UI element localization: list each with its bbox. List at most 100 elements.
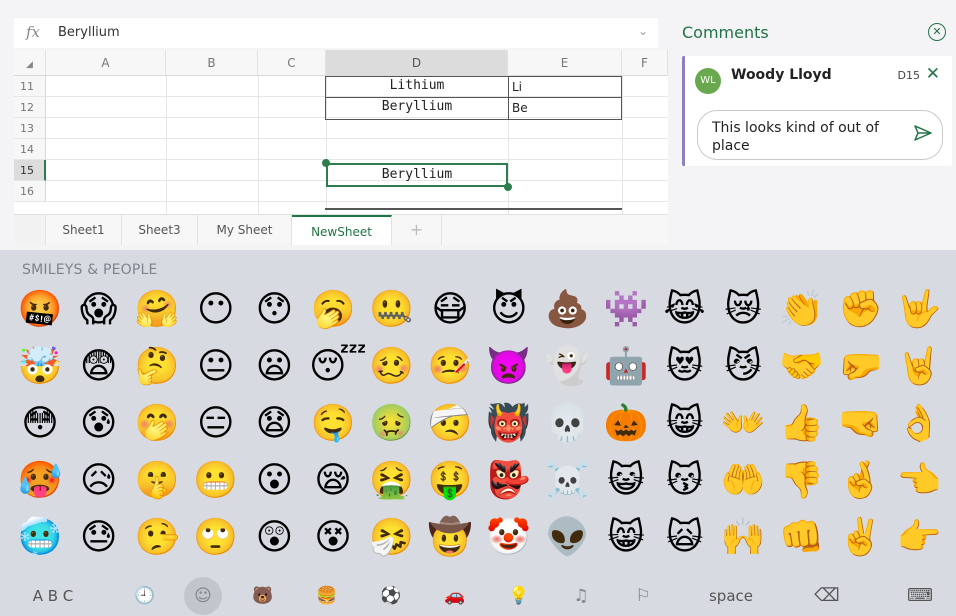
emoji-key[interactable]: 😵 — [309, 514, 357, 562]
activity-icon[interactable]: ⚽ — [372, 576, 410, 616]
emoji-key[interactable]: ✌️ — [836, 514, 884, 562]
emoji-key[interactable]: 👌 — [895, 400, 943, 448]
smiley-icon[interactable]: ☺ — [184, 577, 222, 615]
column-header-b[interactable]: B — [166, 50, 258, 76]
emoji-key[interactable]: 😸 — [602, 514, 650, 562]
row-header-13[interactable]: 13 — [14, 118, 46, 139]
comment-card[interactable]: WL Woody Lloyd D15 ✕ This looks kind of … — [682, 56, 952, 166]
emoji-key[interactable]: 🤫 — [133, 457, 181, 505]
emoji-key[interactable]: 🤡 — [485, 514, 533, 562]
emoji-key[interactable]: 😬 — [192, 457, 240, 505]
close-comments-button[interactable]: ✕ — [928, 23, 946, 41]
reply-input[interactable]: This looks kind of out of place — [697, 110, 943, 160]
travel-icon[interactable]: 🚗 — [436, 576, 474, 616]
emoji-key[interactable]: 😥 — [75, 457, 123, 505]
emoji-key[interactable]: 🤜 — [836, 400, 884, 448]
reply-text[interactable]: This looks kind of out of place — [712, 119, 902, 155]
emoji-key[interactable]: 😿 — [719, 286, 767, 334]
tab-sheet3[interactable]: Sheet3 — [122, 215, 198, 245]
emoji-key[interactable]: 🤬 — [16, 286, 64, 334]
row-header-12[interactable]: 12 — [14, 97, 46, 118]
emoji-key[interactable]: 🤟 — [895, 286, 943, 334]
emoji-key[interactable]: ☠️ — [543, 457, 591, 505]
row-header-11[interactable]: 11 — [14, 76, 46, 97]
formula-input[interactable]: Beryllium — [58, 25, 120, 40]
emoji-key[interactable]: 🤑 — [426, 457, 474, 505]
emoji-key[interactable]: 👎 — [778, 457, 826, 505]
tab-newsheet[interactable]: NewSheet — [292, 215, 392, 245]
emoji-key[interactable]: 🤗 — [133, 286, 181, 334]
column-header-a[interactable]: A — [46, 50, 166, 76]
emoji-key[interactable]: 😽 — [661, 457, 709, 505]
objects-icon[interactable]: 💡 — [500, 576, 538, 616]
emoji-key[interactable]: 👈 — [895, 457, 943, 505]
abc-key[interactable]: A B C — [18, 576, 88, 616]
emoji-key[interactable]: 😦 — [250, 343, 298, 391]
cell-d15[interactable]: Beryllium — [326, 167, 508, 182]
emoji-key[interactable]: 😯 — [250, 286, 298, 334]
row-header-14[interactable]: 14 — [14, 139, 46, 160]
recent-icon[interactable]: 🕘 — [126, 576, 164, 616]
selection-handle[interactable] — [322, 159, 330, 167]
spreadsheet-grid[interactable]: ◢ A B C D E F 11 12 13 14 15 16 Lithium … — [14, 50, 668, 214]
emoji-key[interactable]: 👏 — [778, 286, 826, 334]
flag-icon[interactable]: ⚐ — [624, 576, 662, 616]
emoji-key[interactable]: 🤕 — [426, 400, 474, 448]
emoji-key[interactable]: 💩 — [543, 286, 591, 334]
emoji-key[interactable]: 🤧 — [368, 514, 416, 562]
emoji-key[interactable]: 🎃 — [602, 400, 650, 448]
column-header-f[interactable]: F — [622, 50, 668, 76]
hide-keyboard-icon[interactable]: ⌨ — [898, 576, 942, 616]
chevron-down-icon[interactable]: ⌄ — [638, 24, 648, 38]
cell-d11[interactable]: Lithium — [326, 78, 508, 93]
close-comment-button[interactable]: ✕ — [926, 64, 940, 84]
cell-e12[interactable]: Be — [512, 101, 528, 115]
emoji-key[interactable]: 😷 — [426, 286, 474, 334]
emoji-key[interactable]: 🥶 — [16, 514, 64, 562]
emoji-key[interactable]: 🙌 — [719, 514, 767, 562]
emoji-key[interactable]: 😧 — [250, 400, 298, 448]
emoji-key[interactable]: 😮 — [250, 457, 298, 505]
tab-my-sheet[interactable]: My Sheet — [198, 215, 292, 245]
emoji-key[interactable]: 🤮 — [368, 457, 416, 505]
emoji-key[interactable]: 👾 — [602, 286, 650, 334]
emoji-key[interactable]: 🤥 — [133, 514, 181, 562]
emoji-key[interactable]: 🤞 — [836, 457, 884, 505]
delete-icon[interactable]: ⌫ — [804, 576, 850, 616]
select-all-corner[interactable]: ◢ — [14, 50, 46, 76]
emoji-key[interactable]: 🙄 — [192, 514, 240, 562]
row-header-16[interactable]: 16 — [14, 181, 46, 202]
emoji-key[interactable]: 🤠 — [426, 514, 474, 562]
emoji-key[interactable]: 👉 — [895, 514, 943, 562]
selection-handle[interactable] — [504, 183, 512, 191]
emoji-key[interactable]: 👺 — [485, 457, 533, 505]
emoji-key[interactable]: 🤯 — [16, 343, 64, 391]
emoji-key[interactable]: 😑 — [192, 400, 240, 448]
emoji-key[interactable]: 😐 — [192, 343, 240, 391]
emoji-key[interactable]: 👹 — [485, 400, 533, 448]
emoji-key[interactable]: 😹 — [661, 286, 709, 334]
emoji-key[interactable]: 👻 — [543, 343, 591, 391]
emoji-key[interactable]: 🤖 — [602, 343, 650, 391]
emoji-key[interactable]: 🤢 — [368, 400, 416, 448]
column-header-e[interactable]: E — [508, 50, 622, 76]
animal-icon[interactable]: 🐻 — [244, 576, 282, 616]
emoji-key[interactable]: 🤒 — [426, 343, 474, 391]
row-header-15[interactable]: 15 — [14, 160, 46, 181]
emoji-key[interactable]: 🤲 — [719, 457, 767, 505]
emoji-key[interactable]: 🥱 — [309, 286, 357, 334]
emoji-key[interactable]: ✊ — [836, 286, 884, 334]
emoji-key[interactable]: 😼 — [719, 343, 767, 391]
emoji-key[interactable]: 😱 — [75, 286, 123, 334]
space-key[interactable]: space — [686, 576, 776, 616]
emoji-key[interactable]: 🥵 — [16, 457, 64, 505]
emoji-key[interactable]: 🥴 — [368, 343, 416, 391]
cell-e11[interactable]: Li — [512, 80, 522, 94]
emoji-key[interactable]: 🤭 — [133, 400, 181, 448]
emoji-key[interactable]: 😴 — [309, 343, 367, 391]
emoji-key[interactable]: 🤐 — [368, 286, 416, 334]
emoji-key[interactable]: 👍 — [778, 400, 826, 448]
emoji-key[interactable]: 😳 — [16, 400, 64, 448]
add-sheet-button[interactable]: + — [392, 215, 442, 245]
emoji-key[interactable]: 🤔 — [133, 343, 181, 391]
